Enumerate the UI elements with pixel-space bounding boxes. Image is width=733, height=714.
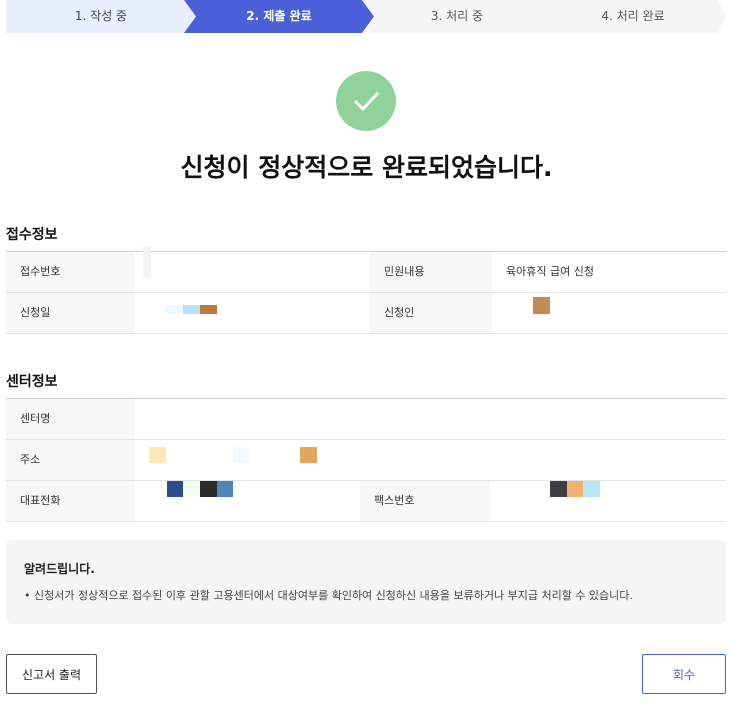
receipt-number-value [134,252,370,292]
notice-box: 알려드립니다. • 신청서가 정상적으로 접수된 이후 관할 고용센터에서 대상… [6,540,726,624]
address-value [134,440,726,480]
redaction-mask [217,481,233,497]
notice-text: • 신청서가 정상적으로 접수된 이후 관할 고용센터에서 대상여부를 확인하여… [24,589,633,602]
step-4-complete: 4. 처리 완료 [540,0,726,33]
step-label: 3. 처리 중 [430,9,484,23]
progress-stepper: 1. 작성 중 2. 제출 완료 3. 처리 중 4. 처리 완료 [6,0,726,33]
table-row: 주소 [6,440,726,481]
complaint-content-value: 육아휴직 급여 신청 [506,265,594,278]
step-label: 4. 처리 완료 [601,9,665,23]
success-title: 신청이 정상적으로 완료되었습니다. [180,153,553,182]
receipt-number-label: 접수번호 [6,252,134,292]
redaction-mask [143,246,151,278]
applicant-value [492,293,726,333]
center-section-title: 센터정보 [6,374,58,390]
redaction-mask [583,481,600,497]
redaction-mask [165,305,183,314]
redaction-mask [167,481,183,497]
redaction-mask [533,297,550,314]
applicant-label: 신청인 [370,293,492,333]
step-3-processing: 3. 처리 중 [362,0,552,33]
phone-label: 대표전화 [6,481,134,521]
apply-date-label: 신청일 [6,293,134,333]
table-row: 대표전화 팩스번호 [6,481,726,522]
check-icon [336,71,396,131]
step-label: 1. 작성 중 [74,9,128,23]
fax-value [490,481,726,521]
receipt-table: 접수번호 민원내용 육아휴직 급여 신청 신청일 신청인 [6,251,726,334]
redaction-mask [233,447,250,463]
redaction-mask [200,305,217,314]
center-table: 센터명 주소 대표전화 팩스번호 [6,398,726,522]
withdraw-button[interactable]: 회수 [642,654,726,694]
step-1-writing: 1. 작성 중 [6,0,196,33]
table-row: 접수번호 민원내용 육아휴직 급여 신청 [6,252,726,293]
redaction-mask [183,481,200,497]
address-label: 주소 [6,440,134,480]
receipt-section-title: 접수정보 [6,227,58,243]
print-form-button[interactable]: 신고서 출력 [6,654,97,694]
redaction-mask [550,481,567,497]
redaction-mask [183,305,200,314]
notice-title: 알려드립니다. [24,562,95,576]
complaint-content-label: 민원내용 [370,252,492,292]
step-2-submitted: 2. 제출 완료 [184,0,374,33]
redaction-mask [200,481,217,497]
redaction-mask [300,447,317,463]
table-row: 신청일 신청인 [6,293,726,334]
center-name-label: 센터명 [6,399,134,439]
redaction-mask [567,481,583,497]
center-name-value [134,399,726,439]
fax-label: 팩스번호 [360,481,490,521]
step-label: 2. 제출 완료 [246,9,312,23]
table-row: 센터명 [6,399,726,440]
redaction-mask [149,447,166,463]
